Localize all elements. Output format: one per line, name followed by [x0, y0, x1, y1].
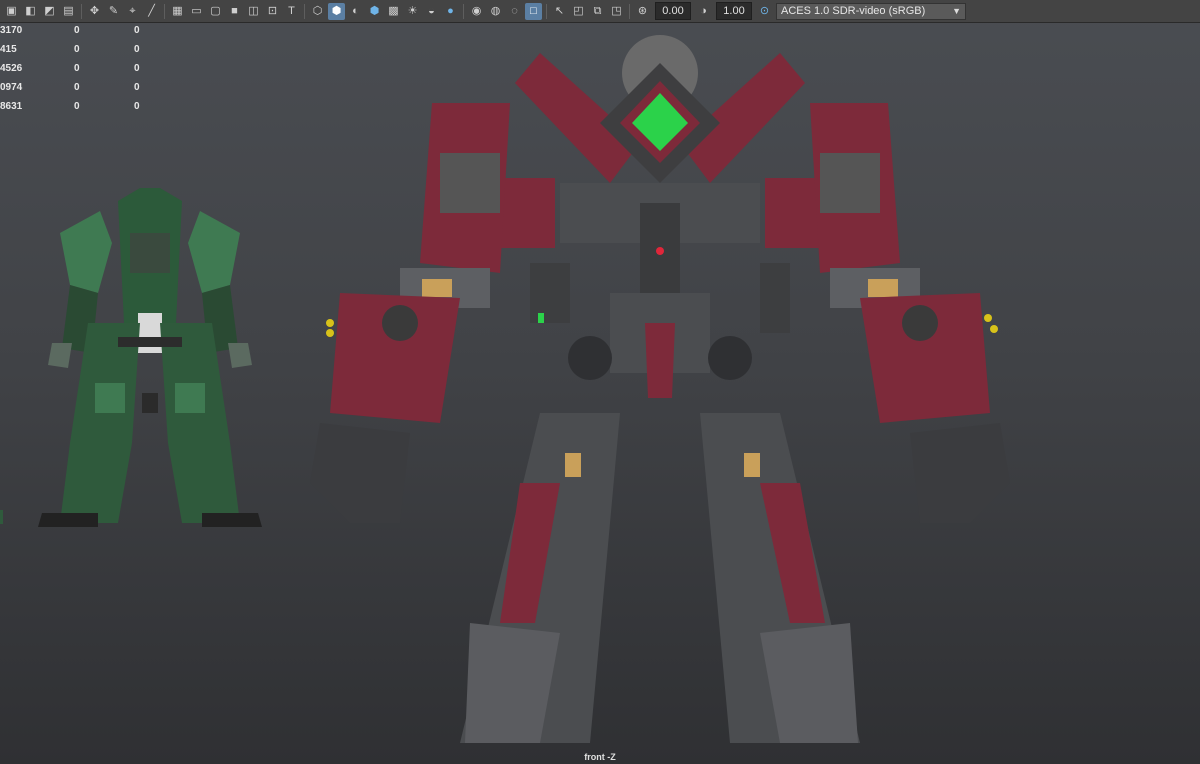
- color-management-value: ACES 1.0 SDR-video (sRGB): [781, 5, 926, 17]
- green-mech-model[interactable]: [38, 188, 262, 527]
- smooth-shade-icon[interactable]: ⬢: [328, 2, 345, 20]
- grease-pencil-icon[interactable]: ✎: [105, 3, 122, 20]
- 2d-pan-zoom-icon[interactable]: ✥: [86, 3, 103, 20]
- chevron-down-icon: ▼: [952, 6, 961, 16]
- gate-mask-icon[interactable]: ■: [226, 3, 243, 20]
- xray-joints-icon[interactable]: ◳: [608, 3, 625, 20]
- gamma-field[interactable]: 1.00: [716, 2, 752, 20]
- toolbar-divider: [629, 3, 630, 19]
- xray-active-icon[interactable]: ⧉: [589, 3, 606, 20]
- film-gate-icon[interactable]: ▭: [188, 3, 205, 20]
- image-plane-icon[interactable]: ▤: [60, 3, 77, 20]
- camera-label: front -Z: [584, 752, 616, 762]
- wireframe-icon[interactable]: ⬡: [309, 3, 326, 20]
- toolbar-divider: [546, 3, 547, 19]
- multisample-aa-icon[interactable]: ◍: [487, 3, 504, 20]
- toolbar-divider: [463, 3, 464, 19]
- red-mech-model[interactable]: [310, 35, 1010, 743]
- select-tool-icon[interactable]: ↖: [551, 3, 568, 20]
- shadows-icon[interactable]: ◒: [423, 3, 440, 20]
- paint-icon[interactable]: ╱: [143, 3, 160, 20]
- shaded-wireframe-icon[interactable]: ⬢: [366, 3, 383, 20]
- grid-icon[interactable]: ▦: [169, 3, 186, 20]
- toolbar-divider: [164, 3, 165, 19]
- use-all-lights-icon[interactable]: ☀: [404, 3, 421, 20]
- safe-action-icon[interactable]: ⊡: [264, 3, 281, 20]
- default-material-icon[interactable]: ◐: [347, 3, 364, 20]
- safe-title-icon[interactable]: T: [283, 3, 300, 20]
- offscreen-model-edge: [0, 510, 3, 524]
- bookmark-icon[interactable]: ◩: [41, 3, 58, 20]
- isolate-select-icon[interactable]: □: [525, 2, 542, 20]
- color-management-dropdown[interactable]: ACES 1.0 SDR-video (sRGB) ▼: [776, 2, 966, 20]
- field-chart-icon[interactable]: ◫: [245, 3, 262, 20]
- viewport-toolbar: ▣ ◧ ◩ ▤ ✥ ✎ ⌖ ╱ ▦ ▭ ▢ ■ ◫ ⊡ T ⬡ ⬢ ◐ ⬢ ▩ …: [0, 0, 1200, 23]
- depth-of-field-icon[interactable]: ◌: [506, 3, 523, 20]
- motion-blur-icon[interactable]: ◉: [468, 3, 485, 20]
- resolution-gate-icon[interactable]: ▢: [207, 3, 224, 20]
- bookmark-2d-icon[interactable]: ⌖: [124, 3, 141, 20]
- exposure-icon[interactable]: ⊛: [634, 3, 651, 20]
- xray-icon[interactable]: ◰: [570, 3, 587, 20]
- gamma-icon[interactable]: ◑: [695, 3, 712, 20]
- exposure-field[interactable]: 0.00: [655, 2, 691, 20]
- viewport-scene[interactable]: [0, 23, 1200, 751]
- screen-space-ao-icon[interactable]: ●: [442, 3, 459, 20]
- textured-icon[interactable]: ▩: [385, 3, 402, 20]
- toolbar-divider: [81, 3, 82, 19]
- select-camera-icon[interactable]: ▣: [3, 3, 20, 20]
- camera-attributes-icon[interactable]: ◧: [22, 3, 39, 20]
- toolbar-divider: [304, 3, 305, 19]
- color-management-icon[interactable]: ⊙: [756, 3, 773, 20]
